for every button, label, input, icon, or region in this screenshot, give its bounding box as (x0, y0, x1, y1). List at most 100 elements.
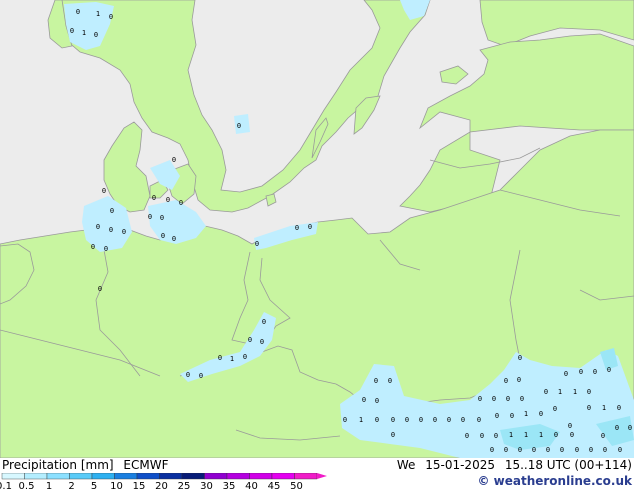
legend-color-cell (1, 473, 25, 480)
precip-value-label: 1 (573, 388, 577, 396)
valid-day: We (396, 458, 416, 472)
precip-value-label: 0 (388, 377, 392, 385)
precip-value-label: 0 (603, 446, 607, 454)
legend-color-cell (91, 473, 115, 480)
map-title: Precipitation [mm] ECMWF (2, 458, 174, 472)
precip-value-label: 1 (539, 431, 543, 439)
precip-value-label: 0 (122, 228, 126, 236)
precip-value-label: 0 (480, 432, 484, 440)
precip-value-label: 0 (172, 235, 176, 243)
model-name: ECMWF (123, 458, 169, 472)
precip-value-label: 0 (560, 446, 564, 454)
precip-value-label: 0 (218, 354, 222, 362)
precip-value-label: 0 (568, 422, 572, 430)
precip-value-label: 0 (98, 285, 102, 293)
valid-hours: 15..18 UTC (00+114) (504, 458, 632, 472)
precip-value-label: 0 (109, 226, 113, 234)
precip-value-label: 0 (461, 416, 465, 424)
precip-value-label: 0 (617, 404, 621, 412)
precip-value-label: 0 (70, 27, 74, 35)
precip-value-label: 0 (179, 199, 183, 207)
precip-value-label: 0 (172, 156, 176, 164)
precip-value-label: 0 (109, 13, 113, 21)
precip-value-label: 1 (524, 431, 528, 439)
precip-value-label: 0 (570, 431, 574, 439)
legend-tick-label: 40 (245, 481, 258, 490)
precip-value-label: 0 (575, 446, 579, 454)
legend-color-cell (181, 473, 205, 480)
precip-value-label: 0 (477, 416, 481, 424)
precip-value-label: 0 (96, 223, 100, 231)
precip-value-label: 0 (544, 388, 548, 396)
precip-value-label: 0 (593, 368, 597, 376)
precip-value-label: 1 (524, 410, 528, 418)
precip-value-label: 0 (374, 377, 378, 385)
legend-tick-label: 5 (91, 481, 97, 490)
legend-tick-label: 10 (110, 481, 123, 490)
precip-value-label: 0 (553, 405, 557, 413)
legend-color-cell (136, 473, 160, 480)
precip-value-label: 0 (237, 122, 241, 130)
precip-value-label: 0 (554, 431, 558, 439)
legend-color-cell (249, 473, 273, 480)
precip-value-label: 0 (615, 424, 619, 432)
precip-value-label: 0 (295, 224, 299, 232)
precip-value-label: 0 (362, 396, 366, 404)
legend-color-cell (114, 473, 138, 480)
map-footer: Precipitation [mm] ECMWF We 15-01-2025 1… (0, 458, 634, 490)
precip-value-label: 1 (359, 416, 363, 424)
legend-tick-label: 0.1 (0, 481, 12, 490)
precip-value-label: 0 (518, 446, 522, 454)
precip-value-label: 0 (601, 432, 605, 440)
precip-value-label: 0 (539, 410, 543, 418)
legend-tick-label: 15 (133, 481, 146, 490)
precip-value-label: 0 (104, 245, 108, 253)
precip-value-label: 0 (76, 8, 80, 16)
precip-value-label: 0 (419, 416, 423, 424)
legend-color-cell (24, 473, 48, 480)
legend-color-cell (204, 473, 228, 480)
precip-value-label: 0 (504, 377, 508, 385)
precip-value-label: 0 (152, 194, 156, 202)
precip-value-label: 0 (161, 232, 165, 240)
precip-value-label: 1 (230, 355, 234, 363)
precip-value-label: 0 (433, 416, 437, 424)
legend-color-cell (226, 473, 250, 480)
legend-color-cell (159, 473, 183, 480)
legend-tick-label: 2 (68, 481, 74, 490)
legend-arrow-tip (317, 473, 327, 479)
legend-tick-label: 20 (155, 481, 168, 490)
precip-value-label: 1 (509, 431, 513, 439)
precip-value-label: 0 (405, 416, 409, 424)
legend-color-cell (69, 473, 93, 480)
credit-link[interactable]: © weatheronline.co.uk (477, 474, 632, 488)
precip-value-label: 0 (243, 353, 247, 361)
precip-value-label: 0 (110, 207, 114, 215)
legend-tick-label: 1 (46, 481, 52, 490)
precip-value-label: 0 (618, 446, 622, 454)
precip-value-label: 0 (260, 338, 264, 346)
precip-value-label: 0 (255, 240, 259, 248)
precip-value-label: 0 (579, 368, 583, 376)
precip-value-label: 0 (391, 416, 395, 424)
precip-value-label: 0 (504, 446, 508, 454)
precip-value-label: 0 (343, 416, 347, 424)
precip-value-label: 0 (494, 432, 498, 440)
legend-tick-label: 45 (268, 481, 281, 490)
precip-value-label: 0 (166, 196, 170, 204)
precip-value-label: 0 (607, 366, 611, 374)
precip-value-label: 1 (82, 29, 86, 37)
precip-value-label: 0 (589, 446, 593, 454)
valid-time: We 15-01-2025 15..18 UTC (00+114) (391, 458, 632, 472)
precip-value-label: 0 (628, 424, 632, 432)
precip-value-label: 0 (262, 318, 266, 326)
precip-value-label: 0 (495, 412, 499, 420)
precip-value-label: 0 (587, 404, 591, 412)
legend-tick-label: 35 (223, 481, 236, 490)
precip-value-label: 1 (558, 388, 562, 396)
precip-value-label: 0 (160, 214, 164, 222)
legend-tick-label: 50 (290, 481, 303, 490)
precip-value-label: 0 (564, 370, 568, 378)
legend-color-cell (271, 473, 295, 480)
precipitation-map: 0 1 00 1 00000 0 000 00 0 0 0 00 00 00000 00 1 00 000 0 0 00… (0, 0, 634, 458)
